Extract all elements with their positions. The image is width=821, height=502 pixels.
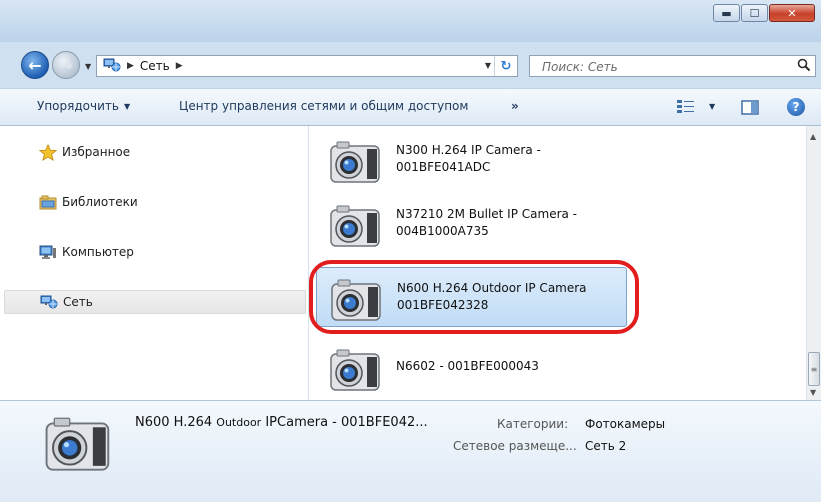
nav-item-libraries[interactable]: Библиотеки bbox=[4, 190, 306, 214]
red-highlight-outline bbox=[309, 260, 639, 334]
organize-button[interactable]: Упорядочить ▼ bbox=[37, 99, 130, 113]
back-button[interactable]: ← bbox=[21, 51, 49, 79]
network-center-label: Центр управления сетями и общим доступом bbox=[179, 99, 469, 113]
view-options-icon bbox=[677, 100, 694, 113]
scroll-down-icon[interactable]: ▼ bbox=[810, 388, 816, 397]
breadcrumb-separator[interactable]: ▶ bbox=[176, 61, 183, 71]
list-item-camera[interactable]: N6602 - 001BFE000043 bbox=[323, 340, 623, 396]
computer-icon bbox=[38, 245, 58, 260]
details-pane: N600 H.264 Outdoor IPCamera - 001BFE042.… bbox=[0, 400, 821, 502]
nav-item-label: Библиотеки bbox=[62, 195, 138, 209]
minimize-icon: ▬ bbox=[721, 6, 732, 20]
arrow-left-icon: ← bbox=[28, 55, 42, 75]
item-label: N37210 2M Bullet IP Camera - 004B1000A73… bbox=[396, 206, 577, 240]
title-bar: ▬ ☐ ✕ bbox=[0, 0, 821, 42]
star-icon bbox=[38, 143, 58, 161]
list-item-camera[interactable]: N37210 2M Bullet IP Camera - 004B1000A73… bbox=[323, 196, 623, 252]
search-input[interactable] bbox=[540, 57, 784, 77]
search-box bbox=[529, 55, 816, 77]
location-label: Сетевое размеще... bbox=[453, 439, 577, 453]
window-controls: ▬ ☐ ✕ bbox=[712, 4, 815, 22]
category-label: Категории: bbox=[497, 417, 569, 431]
recent-pages-dropdown[interactable]: ▼ bbox=[85, 62, 91, 71]
close-icon: ✕ bbox=[787, 6, 797, 20]
camera-icon bbox=[329, 348, 385, 395]
item-label: N300 H.264 IP Camera - 001BFE041ADC bbox=[396, 142, 541, 176]
nav-item-label: Избранное bbox=[62, 145, 131, 159]
camera-icon bbox=[44, 415, 116, 476]
location-value[interactable]: Сеть 2 bbox=[585, 439, 626, 453]
minimize-button[interactable]: ▬ bbox=[713, 4, 740, 22]
item-name-line1: N37210 2M Bullet IP Camera - bbox=[396, 207, 578, 221]
address-row: ← → ▼ ▶ Сеть ▶ ▼ ↻ bbox=[0, 42, 821, 88]
more-commands-label: » bbox=[511, 99, 519, 113]
category-value[interactable]: Фотокамеры bbox=[585, 417, 665, 431]
item-name-line2: 001BFE041ADC bbox=[396, 160, 491, 174]
breadcrumb-network[interactable]: Сеть bbox=[140, 59, 170, 73]
arrow-right-icon: → bbox=[59, 55, 73, 75]
network-icon bbox=[103, 58, 121, 75]
scroll-up-icon[interactable]: ▲ bbox=[810, 132, 816, 141]
command-bar: Упорядочить ▼ Центр управления сетями и о… bbox=[0, 88, 821, 126]
search-icon[interactable] bbox=[797, 58, 811, 75]
view-dropdown-icon[interactable]: ▼ bbox=[709, 102, 715, 111]
network-icon bbox=[39, 295, 59, 309]
details-name-part: Outdoor bbox=[216, 416, 262, 429]
preview-pane-icon bbox=[741, 100, 759, 115]
file-list: N300 H.264 IP Camera - 001BFE041ADC N372… bbox=[309, 126, 806, 400]
item-name-line1: N300 H.264 IP Camera - bbox=[396, 143, 541, 157]
camera-icon bbox=[329, 140, 385, 187]
network-center-button[interactable]: Центр управления сетями и общим доступом bbox=[179, 99, 468, 113]
preview-pane-button[interactable] bbox=[741, 100, 759, 118]
grip-icon: ≡ bbox=[810, 364, 818, 374]
list-item-camera[interactable]: N300 H.264 IP Camera - 001BFE041ADC bbox=[323, 132, 623, 188]
explorer-window: ▬ ☐ ✕ ← → ▼ ▶ Сеть ▶ ▼ ↻ Упорядочить ▼ bbox=[0, 0, 821, 502]
help-icon: ? bbox=[792, 100, 800, 114]
details-name-part: IPCamera - 001BFE042... bbox=[261, 415, 428, 430]
navigation-pane: Избранное Библиотеки Компьютер Сеть bbox=[0, 126, 309, 400]
library-icon bbox=[38, 195, 58, 210]
item-name-line1: N6602 - 001BFE000043 bbox=[396, 359, 539, 373]
nav-item-label: Сеть bbox=[63, 295, 93, 309]
help-button[interactable]: ? bbox=[787, 98, 805, 116]
more-commands-button[interactable]: » bbox=[511, 99, 519, 113]
details-item-name: N600 H.264 Outdoor IPCamera - 001BFE042.… bbox=[135, 415, 428, 430]
nav-item-favorites[interactable]: Избранное bbox=[4, 140, 306, 164]
address-bar[interactable]: ▶ Сеть ▶ ▼ ↻ bbox=[96, 55, 518, 77]
nav-item-computer[interactable]: Компьютер bbox=[4, 240, 306, 264]
address-dropdown[interactable]: ▼ bbox=[485, 61, 491, 70]
scroll-thumb[interactable]: ≡ bbox=[808, 352, 820, 386]
close-button[interactable]: ✕ bbox=[769, 4, 815, 22]
camera-icon bbox=[329, 204, 385, 251]
breadcrumb-separator[interactable]: ▶ bbox=[127, 61, 134, 71]
maximize-button[interactable]: ☐ bbox=[741, 4, 768, 22]
refresh-icon: ↻ bbox=[500, 58, 512, 74]
details-name-part: N600 H.264 bbox=[135, 415, 217, 430]
refresh-button[interactable]: ↻ bbox=[494, 56, 517, 76]
item-name-line2: 004B1000A735 bbox=[396, 224, 489, 238]
organize-label: Упорядочить bbox=[37, 99, 119, 113]
chevron-down-icon: ▼ bbox=[123, 102, 131, 111]
nav-item-label: Компьютер bbox=[62, 245, 134, 259]
maximize-icon: ☐ bbox=[749, 6, 760, 20]
vertical-scrollbar[interactable]: ▲ ≡ ▼ bbox=[806, 126, 821, 400]
nav-item-network[interactable]: Сеть bbox=[4, 290, 306, 314]
item-label: N6602 - 001BFE000043 bbox=[396, 358, 539, 375]
forward-button[interactable]: → bbox=[52, 51, 80, 79]
change-view-button[interactable] bbox=[676, 99, 696, 118]
